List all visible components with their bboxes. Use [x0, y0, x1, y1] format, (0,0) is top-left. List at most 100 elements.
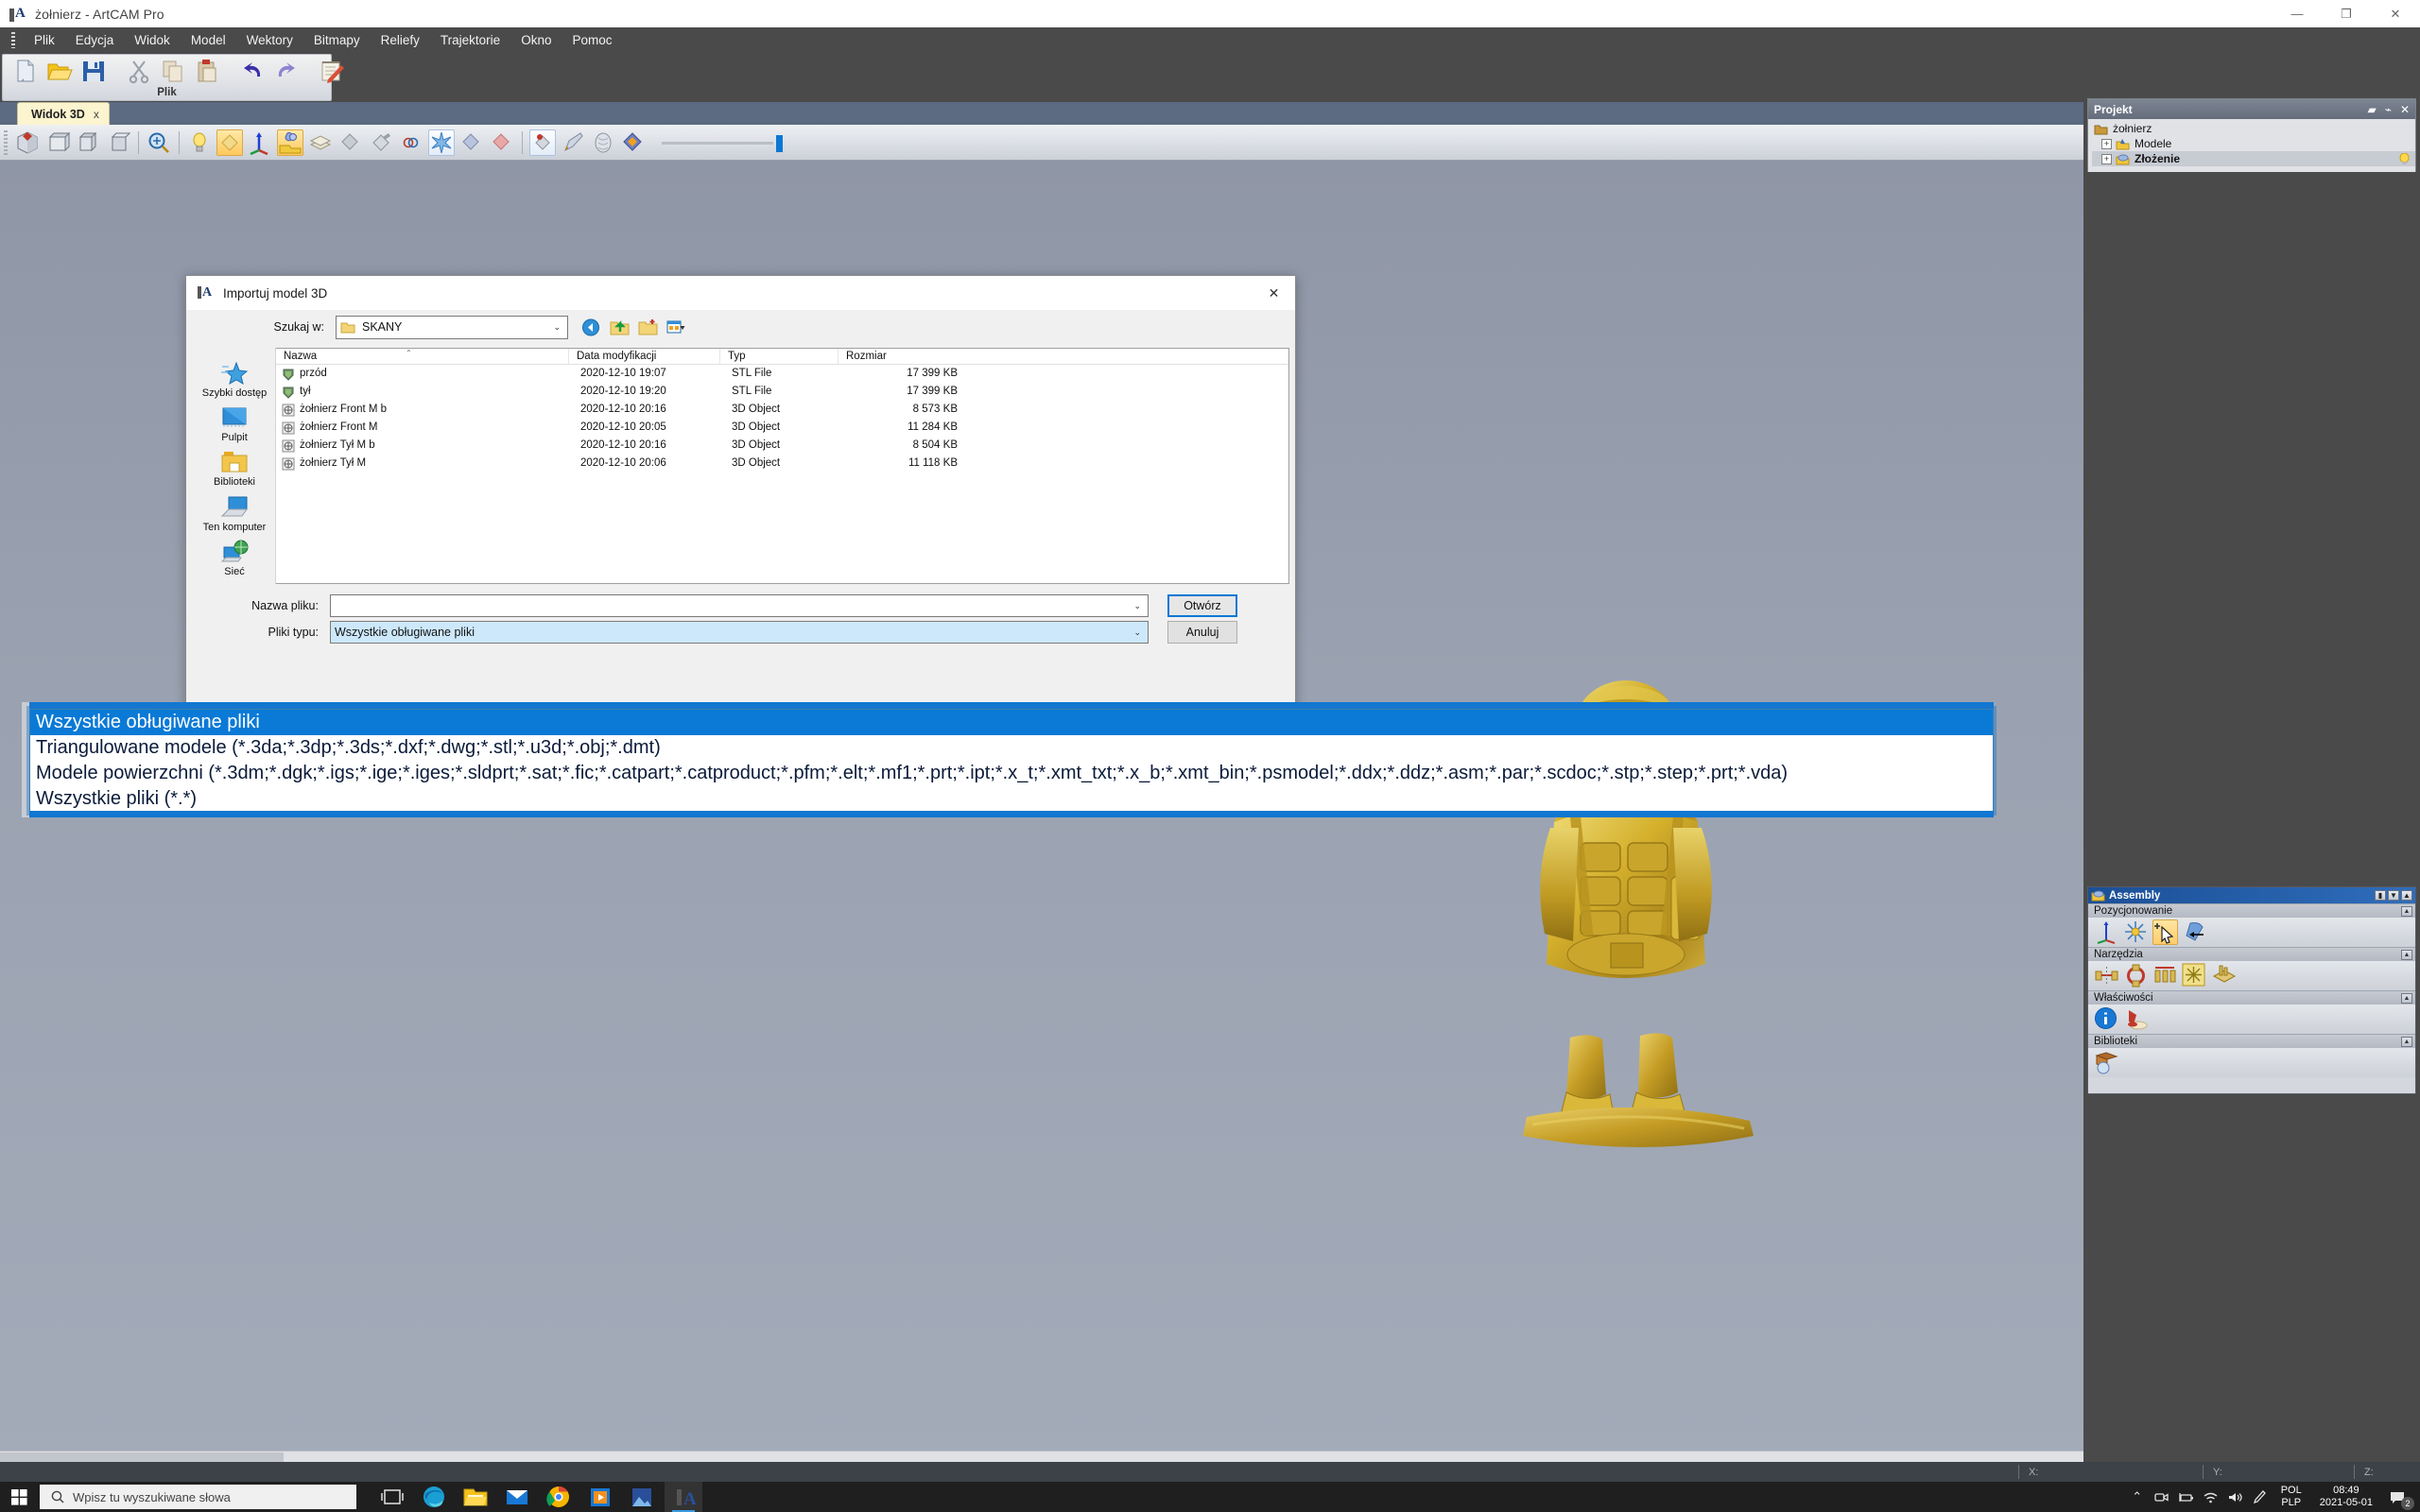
tray-volume-icon[interactable]	[2223, 1482, 2248, 1512]
relief-tool-icon[interactable]	[368, 129, 394, 156]
move-arrow-icon[interactable]	[2182, 919, 2207, 945]
tray-battery-icon[interactable]	[2174, 1482, 2199, 1512]
snowflake-pattern-icon[interactable]	[2182, 963, 2207, 988]
rotate-array-icon[interactable]	[2123, 963, 2149, 988]
artcam-icon[interactable]: A	[665, 1482, 702, 1512]
place-desktop[interactable]: Pulpit	[194, 405, 276, 446]
cube-front-icon[interactable]	[75, 129, 101, 156]
scissors-icon[interactable]	[125, 57, 153, 85]
tab-close-icon[interactable]: x	[94, 108, 99, 121]
diamond-shade-icon[interactable]	[216, 129, 243, 156]
linear-array-icon[interactable]	[2152, 963, 2178, 988]
mail-icon[interactable]	[498, 1482, 536, 1512]
menu-item-bitmapy[interactable]: Bitmapy	[303, 29, 371, 51]
menu-item-okno[interactable]: Okno	[510, 29, 562, 51]
place-quick-access[interactable]: Szybki dostęp	[194, 361, 276, 402]
menu-grip[interactable]	[11, 32, 15, 48]
photos-icon[interactable]	[623, 1482, 661, 1512]
filetype-option-triangulated[interactable]: Triangulowane modele (*.3da;*.3dp;*.3ds;…	[30, 735, 1993, 761]
chevron-down-icon[interactable]: ⌄	[1133, 601, 1144, 611]
up-folder-icon[interactable]	[610, 318, 630, 336]
sparkle-star-icon[interactable]	[428, 129, 455, 156]
floppy-disk-icon[interactable]	[79, 57, 108, 85]
cube-iso-icon[interactable]	[14, 129, 41, 156]
menu-item-model[interactable]: Model	[181, 29, 236, 51]
section-collapse-icon[interactable]: ▲	[2401, 949, 2412, 960]
shading-slider[interactable]	[662, 129, 783, 156]
filename-input[interactable]: ⌄	[330, 594, 1149, 617]
add-cursor-icon[interactable]	[2152, 919, 2178, 945]
column-typ[interactable]: Typ	[720, 348, 838, 365]
view-toolbar-grip[interactable]	[4, 129, 8, 155]
filetype-dropdown-list[interactable]: Wszystkie obługiwane pliki Triangulowane…	[29, 709, 1994, 813]
cube-side-icon[interactable]	[105, 129, 131, 156]
diamond-blue-icon[interactable]	[458, 129, 485, 156]
cancel-button[interactable]: Anuluj	[1167, 621, 1237, 644]
soldier-boots-base-model[interactable]	[1517, 1030, 1763, 1153]
paint-spill-icon[interactable]	[2123, 1006, 2149, 1032]
brush-icon[interactable]	[560, 129, 586, 156]
minimize-panel-button[interactable]: ▼	[2388, 890, 2399, 901]
task-view-icon[interactable]	[373, 1482, 411, 1512]
notification-center-icon[interactable]: 2	[2382, 1482, 2414, 1512]
chrome-icon[interactable]	[540, 1482, 578, 1512]
edge-icon[interactable]	[415, 1482, 453, 1512]
file-explorer-icon[interactable]	[457, 1482, 494, 1512]
dock-button[interactable]: ▮	[2375, 890, 2386, 901]
tray-clock[interactable]: 08:49 2021-05-01	[2310, 1482, 2382, 1512]
tray-language[interactable]: POL PLP	[2273, 1482, 2310, 1512]
star-pivot-icon[interactable]	[2123, 919, 2149, 945]
tree-item-modele[interactable]: + Modele	[2092, 136, 2415, 151]
place-network[interactable]: Sieć	[194, 540, 276, 580]
color-rings-icon[interactable]	[398, 129, 424, 156]
file-row[interactable]: przód 2020-12-10 19:07 STL File 17 399 K…	[276, 365, 1288, 383]
expander-icon[interactable]: +	[2101, 153, 2112, 164]
expander-icon[interactable]: +	[2101, 138, 2112, 149]
section-collapse-icon[interactable]: ▲	[2401, 992, 2412, 1004]
magnifier-icon[interactable]	[146, 129, 172, 156]
menu-item-edycja[interactable]: Edycja	[65, 29, 125, 51]
restore-button[interactable]: ❐	[2322, 0, 2371, 27]
open-folder-icon[interactable]	[45, 57, 74, 85]
tab-widok-3d[interactable]: Widok 3D x	[17, 102, 110, 125]
pin-icon[interactable]: ⌁	[2385, 103, 2392, 116]
lightbulb-icon[interactable]	[186, 129, 213, 156]
file-row[interactable]: żołnierz Tył M b 2020-12-10 20:16 3D Obj…	[276, 437, 1288, 455]
diamond-red-icon[interactable]	[489, 129, 515, 156]
new-folder-icon[interactable]	[638, 318, 658, 336]
back-arrow-icon[interactable]	[581, 318, 601, 336]
scrollbar-thumb[interactable]	[0, 1452, 284, 1462]
diamond-gray-icon[interactable]	[337, 129, 364, 156]
info-circle-icon[interactable]	[2094, 1006, 2119, 1032]
texture-icon[interactable]	[590, 129, 616, 156]
project-root[interactable]: żołnierz	[2092, 121, 2415, 136]
notepad-pencil-icon[interactable]	[318, 57, 346, 85]
library-book-icon[interactable]	[2094, 1050, 2119, 1075]
file-row[interactable]: żołnierz Tył M 2020-12-10 20:06 3D Objec…	[276, 455, 1288, 472]
gem-icon[interactable]	[620, 129, 647, 156]
view-mode-icon[interactable]	[666, 318, 686, 336]
axes-align-icon[interactable]	[2094, 919, 2119, 945]
tree-item-zlozenie[interactable]: + Złożenie	[2092, 151, 2415, 166]
tray-pen-icon[interactable]	[2248, 1482, 2273, 1512]
section-collapse-icon[interactable]: ▲	[2401, 905, 2412, 917]
file-row[interactable]: żołnierz Front M 2020-12-10 20:05 3D Obj…	[276, 419, 1288, 437]
undo-arrow-icon[interactable]	[238, 57, 267, 85]
paint-drop-icon[interactable]	[529, 129, 556, 156]
tray-camera-icon[interactable]	[2150, 1482, 2174, 1512]
redo-arrow-icon[interactable]	[272, 57, 301, 85]
filetype-option-all-files[interactable]: Wszystkie pliki (*.*)	[30, 786, 1993, 812]
tray-wifi-icon[interactable]	[2199, 1482, 2223, 1512]
new-document-icon[interactable]	[11, 57, 40, 85]
nest-icon[interactable]	[2211, 963, 2237, 988]
menu-item-reliefy[interactable]: Reliefy	[371, 29, 430, 51]
filetype-option-surface-models[interactable]: Modele powierzchni (*.3dm;*.dgk;*.igs;*.…	[30, 761, 1993, 786]
paste-icon[interactable]	[193, 57, 221, 85]
place-this-pc[interactable]: Ten komputer	[194, 495, 276, 536]
menu-item-plik[interactable]: Plik	[24, 29, 65, 51]
column-nazwa[interactable]: Nazwa	[276, 348, 569, 365]
menu-item-wektory[interactable]: Wektory	[236, 29, 303, 51]
chevron-down-icon[interactable]: ⌄	[1133, 627, 1144, 638]
menu-item-pomoc[interactable]: Pomoc	[562, 29, 622, 51]
copy-icon[interactable]	[159, 57, 187, 85]
